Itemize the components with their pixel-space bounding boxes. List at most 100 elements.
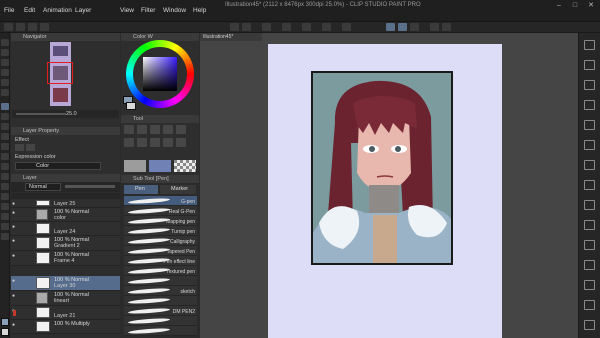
crop-icon[interactable] [342, 23, 351, 31]
brush-item[interactable]: Real G-Pen [124, 206, 197, 216]
brush-item[interactable]: Turnip pen [124, 226, 197, 236]
folder-icon[interactable] [584, 80, 595, 90]
maximize-button[interactable]: □ [568, 1, 582, 11]
brush-item[interactable] [124, 326, 197, 336]
menu-animation[interactable]: Animation [43, 7, 72, 14]
text-mode-icon[interactable] [137, 138, 147, 147]
eye-icon[interactable]: ● [12, 225, 18, 230]
border-effect-icon[interactable] [15, 144, 24, 151]
brush-item[interactable]: Mapping pen [124, 216, 197, 226]
zoom-tool-icon[interactable] [1, 39, 9, 46]
transform-icon[interactable] [282, 23, 291, 31]
folder-icon[interactable] [584, 220, 595, 230]
layer-row[interactable]: ● 100 % Normal Layer 30 [11, 276, 120, 291]
marker-mode-icon[interactable] [150, 125, 160, 134]
open-icon[interactable] [28, 23, 37, 31]
eye-icon[interactable]: ● [12, 254, 18, 259]
color-swatch-gray[interactable] [124, 160, 146, 172]
pencil-mode-icon[interactable] [137, 125, 147, 134]
brush-item[interactable]: G-pen [124, 196, 197, 206]
brush-item[interactable]: Calligraphy [124, 236, 197, 246]
eye-icon[interactable]: ● [12, 323, 18, 328]
eyedropper-tool-icon[interactable] [1, 89, 9, 96]
tab-pen[interactable]: Pen [124, 185, 158, 194]
correct-line-tool-icon[interactable] [1, 233, 9, 240]
auto-select-tool-icon[interactable] [1, 79, 9, 86]
pen-mode-icon[interactable] [124, 125, 134, 134]
menu-edit[interactable]: Edit [24, 7, 35, 14]
blend-mode-select[interactable]: Normal [25, 183, 61, 191]
folder-icon[interactable] [584, 180, 595, 190]
layer-row[interactable]: ●Layer 21 [11, 306, 120, 320]
eye-icon[interactable]: ● [12, 239, 18, 244]
eye-icon[interactable]: ● [12, 279, 18, 284]
fill-mode-icon[interactable] [124, 138, 134, 147]
eye-icon[interactable]: ● [12, 202, 18, 207]
menu-help[interactable]: Help [193, 7, 206, 14]
folder-icon[interactable] [584, 280, 595, 290]
brush-mode-icon[interactable] [163, 125, 173, 134]
brush-item[interactable]: sketch [124, 286, 197, 296]
folder-icon[interactable] [584, 160, 595, 170]
menu-filter[interactable]: Filter [141, 7, 155, 14]
eraser-tool-icon[interactable] [1, 143, 9, 150]
ruler-tool-icon[interactable] [1, 203, 9, 210]
layer-row[interactable]: ● 100 % Normal Frame 4 [11, 251, 120, 266]
pen-tool-icon[interactable] [1, 103, 9, 110]
operation-tool-icon[interactable] [1, 59, 9, 66]
snap-grid-icon[interactable] [410, 23, 419, 31]
menu-window[interactable]: Window [163, 7, 186, 14]
color-swatch-transparent[interactable] [174, 160, 196, 172]
watercolor-effect-icon[interactable] [26, 144, 35, 151]
folder-icon[interactable] [584, 120, 595, 130]
save-icon[interactable] [40, 23, 49, 31]
brush-item[interactable]: Tapered Pen [124, 246, 197, 256]
folder-icon[interactable] [584, 100, 595, 110]
minimize-button[interactable]: – [552, 1, 566, 11]
text-tool-icon[interactable] [1, 213, 9, 220]
invert-selection-icon[interactable] [322, 23, 331, 31]
main-color-swatch[interactable] [1, 318, 9, 326]
blend-tool-icon[interactable] [1, 153, 9, 160]
folder-icon[interactable] [584, 60, 595, 70]
frame-tool-icon[interactable] [1, 193, 9, 200]
layer-row[interactable]: ● Layer 25 [11, 199, 120, 208]
document-tab[interactable]: Illustration45* [200, 33, 262, 41]
gradient-mode-icon[interactable] [150, 138, 160, 147]
sub-color-chip[interactable] [126, 102, 136, 110]
tab-marker[interactable]: Marker [160, 185, 196, 194]
sub-color-swatch[interactable] [1, 328, 9, 336]
eye-icon[interactable]: ● [12, 294, 18, 299]
eraser-mode-icon[interactable] [176, 125, 186, 134]
new-file-icon[interactable] [16, 23, 25, 31]
layer-settings-icon[interactable] [442, 23, 451, 31]
pencil-tool-icon[interactable] [1, 113, 9, 120]
figure-tool-icon[interactable] [1, 183, 9, 190]
folder-icon[interactable] [584, 260, 595, 270]
layer-row[interactable]: ● 100 % Normal color [11, 208, 120, 222]
deselect-icon[interactable] [302, 23, 311, 31]
color-swatch-blue[interactable] [149, 160, 171, 172]
selection-tool-icon[interactable] [1, 69, 9, 76]
zoom-slider[interactable] [16, 113, 66, 115]
layer-row[interactable]: ● 100 % Multiply [11, 320, 120, 334]
snap-ruler-icon[interactable] [386, 23, 395, 31]
clear-icon[interactable] [262, 23, 271, 31]
saturation-value-square[interactable] [143, 57, 177, 91]
expression-color-select[interactable]: Color [15, 162, 101, 170]
home-icon[interactable] [4, 23, 13, 31]
layer-row[interactable]: ● Layer 24 [11, 222, 120, 236]
redo-icon[interactable] [242, 23, 251, 31]
folder-icon[interactable] [584, 240, 595, 250]
brush-tool-icon[interactable] [1, 123, 9, 130]
balloon-tool-icon[interactable] [1, 223, 9, 230]
folder-icon[interactable] [584, 300, 595, 310]
layer-row[interactable]: ● 100 % Normal Gradient 2 [11, 236, 120, 251]
eye-icon[interactable]: ● [12, 211, 18, 216]
material-icon[interactable] [584, 40, 595, 50]
figure-mode-icon[interactable] [163, 138, 173, 147]
menu-layer[interactable]: Layer [75, 7, 91, 14]
opacity-slider[interactable] [65, 185, 115, 188]
navigator-zoom-value[interactable]: 25.0 [66, 111, 77, 117]
layer-color-icon[interactable] [430, 23, 439, 31]
